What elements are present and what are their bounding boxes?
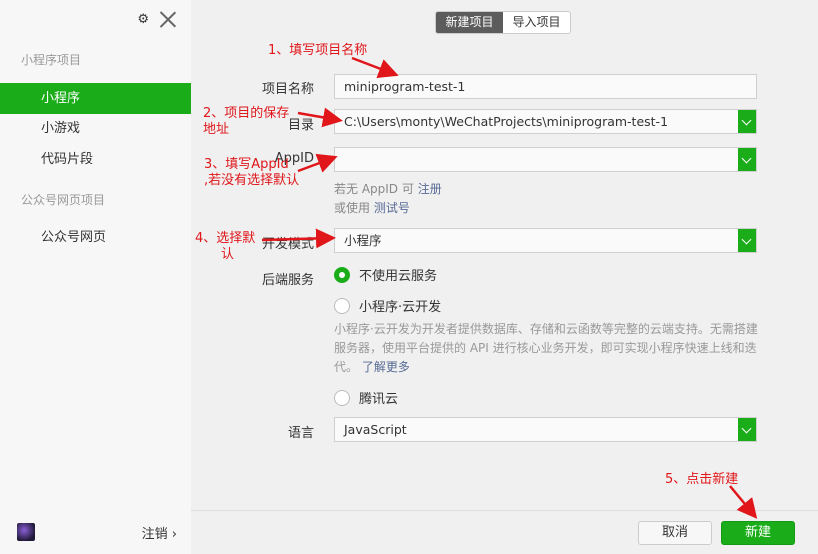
radio-unchecked-icon[interactable] (334, 297, 350, 314)
learn-more-link[interactable]: 了解更多 (362, 360, 410, 374)
annotation-step3: 3、填写AppId ,若没有选择默认 (204, 157, 299, 189)
chevron-down-icon[interactable] (738, 229, 756, 252)
annotation-text: 3、填写AppId (204, 157, 289, 172)
chevron-down-icon[interactable] (738, 110, 756, 133)
radio-label: 不使用云服务 (359, 269, 438, 284)
backend-label: 后端服务 (261, 273, 314, 288)
project-name-input[interactable]: miniprogram-test-1 (334, 74, 757, 99)
annotation-step1: 1、填写项目名称 (268, 43, 368, 58)
appid-select[interactable] (334, 147, 757, 172)
radio-cloud-dev[interactable]: 小程序·云开发 (334, 296, 441, 315)
sidebar: ⚙ 小程序项目 小程序 小游戏 代码片段 公众号网页项目 公众号网页 注销 › (0, 0, 191, 554)
radio-no-cloud[interactable]: 不使用云服务 (334, 265, 437, 284)
logout-link[interactable]: 注销 › (142, 523, 177, 542)
radio-label: 腾讯云 (359, 392, 399, 407)
project-name-label: 项目名称 (261, 82, 314, 97)
chevron-down-icon[interactable] (738, 148, 756, 171)
annotation-text: ,若没有选择默认 (204, 173, 300, 188)
window-controls: ⚙ (137, 9, 177, 29)
annotation-step4: 4、选择默 认 (195, 231, 255, 263)
sidebar-item-web-page[interactable]: 公众号网页 (0, 222, 191, 253)
annotation-text: 认 (221, 247, 235, 262)
sidebar-footer: 注销 › (0, 510, 191, 554)
sidebar-item-minigame[interactable]: 小游戏 (0, 113, 191, 144)
tab-new-project[interactable]: 新建项目 (436, 12, 503, 33)
annotation-step5: 5、点击新建 (665, 472, 739, 487)
appid-hint-test: 或使用 测试号 (334, 199, 410, 216)
footer-bar: 取消 新建 (191, 510, 818, 554)
test-account-link[interactable]: 测试号 (374, 201, 410, 215)
tab-import-project[interactable]: 导入项目 (503, 12, 570, 33)
language-label: 语言 (287, 426, 314, 441)
cloud-description: 小程序·云开发为开发者提供数据库、存储和云函数等完整的云端支持。无需搭建服务器，… (334, 320, 764, 377)
cancel-button[interactable]: 取消 (638, 521, 712, 545)
radio-tencent-cloud[interactable]: 腾讯云 (334, 388, 398, 407)
chevron-down-icon[interactable] (738, 418, 756, 441)
mode-tabs: 新建项目 导入项目 (435, 11, 571, 34)
radio-unchecked-icon[interactable] (334, 389, 350, 406)
radio-checked-icon[interactable] (334, 266, 350, 283)
main-panel: 新建项目 导入项目 项目名称 miniprogram-test-1 目录 C:\… (191, 0, 818, 554)
section-title-web: 公众号网页项目 (21, 193, 106, 207)
directory-select[interactable]: C:\Users\monty\WeChatProjects\miniprogra… (334, 109, 757, 134)
language-value: JavaScript (344, 422, 407, 437)
annotation-text: 2、项目的保存 (203, 106, 290, 121)
sidebar-item-miniprogram[interactable]: 小程序 (0, 83, 191, 114)
dev-mode-value: 小程序 (344, 233, 382, 248)
language-select[interactable]: JavaScript (334, 417, 757, 442)
annotation-text: 4、选择默 (195, 231, 256, 246)
annotation-step2: 2、项目的保存 地址 (203, 106, 289, 138)
sidebar-item-code-snippet[interactable]: 代码片段 (0, 144, 191, 175)
create-button[interactable]: 新建 (721, 521, 795, 545)
avatar[interactable] (17, 523, 35, 541)
dev-mode-select[interactable]: 小程序 (334, 228, 757, 253)
gear-icon[interactable]: ⚙ (137, 12, 149, 27)
hint-text: 若无 AppID 可 (334, 182, 414, 196)
appid-hint-register: 若无 AppID 可 注册 (334, 180, 442, 197)
annotation-text: 地址 (203, 122, 230, 137)
close-icon[interactable] (159, 10, 177, 28)
directory-value: C:\Users\monty\WeChatProjects\miniprogra… (344, 114, 669, 129)
hint-text: 或使用 (334, 201, 371, 215)
radio-label: 小程序·云开发 (359, 300, 442, 315)
register-link[interactable]: 注册 (418, 182, 442, 196)
section-title-miniprogram: 小程序项目 (21, 53, 82, 67)
